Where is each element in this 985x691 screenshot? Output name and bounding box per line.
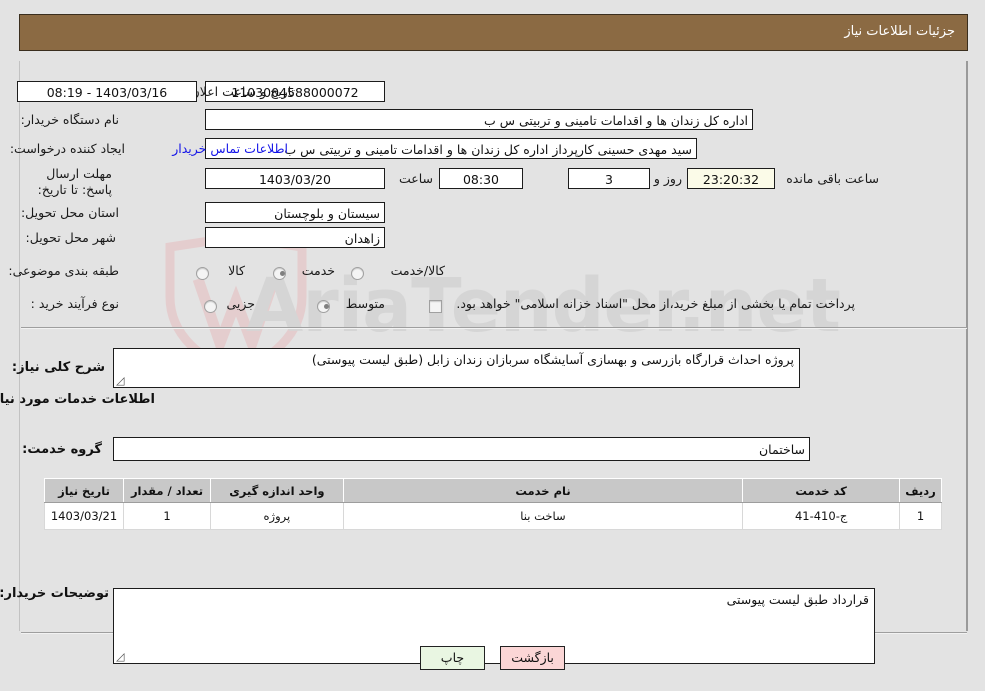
window-titlebar: جزئیات اطلاعات نیاز xyxy=(19,14,968,51)
section-divider xyxy=(21,327,967,329)
category-label-kala: کالا xyxy=(228,263,245,278)
cell-name: ساخت بنا xyxy=(342,502,744,530)
page-root: AriaTender.net جزئیات اطلاعات نیاز شماره… xyxy=(0,0,985,691)
city-label: شهر محل تحویل: xyxy=(25,230,116,245)
deadline-date-value: 1403/03/20 xyxy=(205,168,385,189)
days-label: روز و xyxy=(653,171,682,186)
category-radio-kala[interactable] xyxy=(196,265,209,284)
treasury-checkbox-label: پرداخت تمام یا بخشی از مبلغ خرید،از محل … xyxy=(456,296,855,311)
col-header-name: نام خدمت xyxy=(342,478,744,503)
buyer-org-label: نام دستگاه خریدار: xyxy=(20,112,119,127)
col-header-unit: واحد اندازه گیری xyxy=(209,478,344,503)
col-header-code: کد خدمت xyxy=(742,478,901,503)
treasury-checkbox[interactable] xyxy=(429,298,442,317)
services-table: ردیف کد خدمت نام خدمت واحد اندازه گیری ت… xyxy=(43,478,942,530)
radio-circle-icon[interactable] xyxy=(273,267,286,280)
cell-radif: 1 xyxy=(899,502,942,530)
cell-date: 1403/03/21 xyxy=(43,502,125,530)
requester-label: ایجاد کننده درخواست: xyxy=(9,141,125,156)
hour-label: ساعت xyxy=(398,171,433,186)
process-label-motavaset: متوسط xyxy=(345,296,385,311)
buyer-org-value: اداره کل زندان ها و اقدامات تامینی و ترب… xyxy=(205,109,753,130)
table-header-row: ردیف کد خدمت نام خدمت واحد اندازه گیری ت… xyxy=(43,478,942,503)
city-value: زاهدان xyxy=(205,227,385,248)
description-label: شرح کلی نیاز: xyxy=(11,360,105,375)
cell-code: ج-410-41 xyxy=(742,502,901,530)
category-radio-khedmat[interactable] xyxy=(273,265,286,284)
buyer-notes-value: قرارداد طبق لیست پیوستی xyxy=(726,592,869,607)
buyer-notes-label: توضیحات خریدار: xyxy=(0,586,109,601)
deadline-time-value: 08:30 xyxy=(439,168,523,189)
col-header-date: تاریخ نیاز xyxy=(43,478,125,503)
service-group-value: ساختمان xyxy=(113,437,810,461)
checkbox-square-icon[interactable] xyxy=(429,300,442,313)
footer-button-row: بازگشت چاپ xyxy=(0,646,985,670)
province-value: سیستان و بلوچستان xyxy=(205,202,385,223)
process-radio-jozei[interactable] xyxy=(204,298,217,317)
buyer-contact-link[interactable]: اطلاعات تماس خریدار xyxy=(172,141,288,156)
days-remaining-value: 3 xyxy=(568,168,650,189)
category-label-khedmat: خدمت xyxy=(301,263,335,278)
radio-circle-icon[interactable] xyxy=(351,267,364,280)
page-title: جزئیات اطلاعات نیاز xyxy=(844,24,955,39)
time-remaining-value: 23:20:32 xyxy=(687,168,775,189)
process-label: نوع فرآیند خرید : xyxy=(30,296,119,311)
service-group-label: گروه خدمت: xyxy=(22,442,102,457)
category-label-kala-khedmat: کالا/خدمت xyxy=(390,263,445,278)
description-textarea[interactable]: پروژه احداث قرارگاه بازرسی و بهسازی آسای… xyxy=(113,348,800,388)
cell-unit: پروژه xyxy=(209,502,344,530)
process-radio-motavaset[interactable] xyxy=(317,298,330,317)
table-row: 1 ج-410-41 ساخت بنا پروژه 1 1403/03/21 xyxy=(43,502,942,530)
description-value: پروژه احداث قرارگاه بازرسی و بهسازی آسای… xyxy=(311,352,794,367)
col-header-quantity: تعداد / مقدار xyxy=(123,478,211,503)
radio-circle-icon[interactable] xyxy=(317,300,330,313)
radio-circle-icon[interactable] xyxy=(196,267,209,280)
deadline-label: مهلت ارسال پاسخ: تا تاریخ: xyxy=(37,166,112,197)
process-label-jozei: جزیی xyxy=(226,296,255,311)
province-label: استان محل تحویل: xyxy=(20,205,119,220)
col-header-radif: ردیف xyxy=(899,478,942,503)
remaining-label: ساعت باقی مانده xyxy=(786,171,879,186)
announce-value: 1403/03/16 - 08:19 xyxy=(17,81,197,102)
resize-grip-icon[interactable]: ◺ xyxy=(116,374,126,387)
cell-quantity: 1 xyxy=(123,502,211,530)
category-label: طبقه بندی موضوعی: xyxy=(8,263,119,278)
services-section-title: اطلاعات خدمات مورد نیاز xyxy=(0,392,155,407)
back-button[interactable]: بازگشت xyxy=(500,646,566,670)
category-radio-kala-khedmat[interactable] xyxy=(351,265,364,284)
radio-circle-icon[interactable] xyxy=(204,300,217,313)
print-button[interactable]: چاپ xyxy=(419,646,485,670)
